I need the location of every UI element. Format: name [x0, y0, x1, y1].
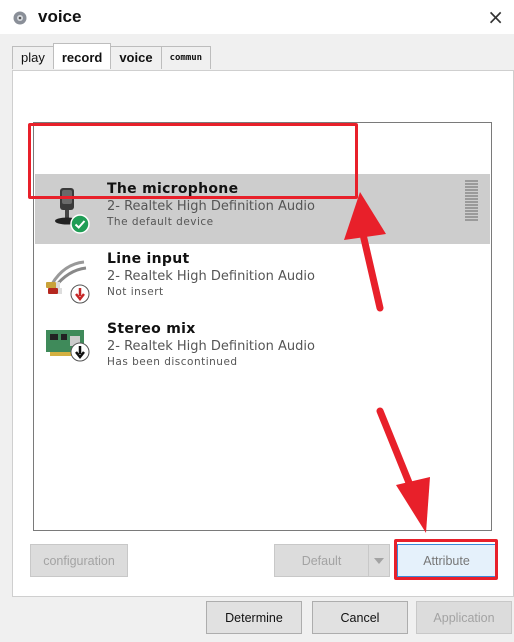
window-title: voice	[38, 7, 82, 26]
down-arrow-black-badge-icon	[70, 342, 90, 362]
device-status: Not insert	[107, 286, 164, 298]
set-default-button[interactable]: Default	[274, 544, 369, 577]
speaker-app-icon	[13, 11, 27, 25]
cancel-button[interactable]: Cancel	[312, 601, 408, 634]
highlight-box-attribute	[394, 539, 498, 580]
tab-strip: play record voice commun	[12, 43, 212, 70]
highlight-box-microphone	[28, 123, 358, 199]
apply-button[interactable]: Application	[416, 601, 512, 634]
tab-record[interactable]: record	[52, 43, 112, 69]
device-name: Line input	[107, 251, 190, 267]
device-name: Stereo mix	[107, 321, 196, 337]
device-status: Has been discontinued	[107, 356, 238, 368]
tab-play[interactable]: play	[12, 46, 54, 69]
device-item-stereo-mix[interactable]: Stereo mix 2- Realtek High Definition Au…	[35, 314, 490, 384]
device-driver: 2- Realtek High Definition Audio	[107, 269, 315, 284]
annotation-arrow-down-icon	[376, 407, 430, 533]
check-badge-icon	[70, 214, 90, 234]
ok-button[interactable]: Determine	[206, 601, 302, 634]
device-item-line-input[interactable]: Line input 2- Realtek High Definition Au…	[35, 244, 490, 314]
level-meter	[465, 180, 478, 224]
chevron-down-icon	[374, 557, 384, 564]
title-bar: voice ×	[0, 0, 514, 34]
configure-button[interactable]: configuration	[30, 544, 128, 577]
tab-voice[interactable]: voice	[110, 46, 162, 69]
device-driver: 2- Realtek High Definition Audio	[107, 199, 315, 214]
device-driver: 2- Realtek High Definition Audio	[107, 339, 315, 354]
default-dropdown-button[interactable]	[368, 544, 390, 577]
down-arrow-red-badge-icon	[70, 284, 90, 304]
close-button[interactable]: ×	[487, 5, 504, 29]
device-status: The default device	[107, 216, 214, 228]
annotation-arrow-up-icon	[344, 192, 386, 312]
tab-communications[interactable]: commun	[160, 46, 212, 69]
